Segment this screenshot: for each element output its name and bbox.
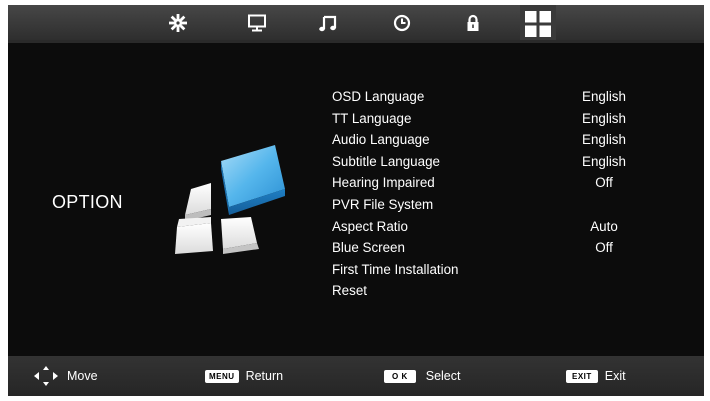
menu-item-first-time-installation[interactable]: First Time Installation — [332, 259, 672, 281]
menu-item-label: Aspect Ratio — [332, 218, 408, 234]
category-tab-bar — [8, 5, 704, 43]
move-arrows-icon — [34, 366, 58, 386]
menu-item-value: Off — [595, 240, 613, 256]
menu-item-label: PVR File System — [332, 196, 434, 212]
menu-item-value: Auto — [590, 218, 618, 234]
music-sound-icon[interactable] — [317, 12, 339, 34]
menu-item-value: Off — [595, 175, 613, 191]
menu-item-label: First Time Installation — [332, 261, 459, 277]
menu-item-audio-language[interactable]: Audio Language English — [332, 129, 672, 151]
exit-label: Exit — [604, 369, 626, 383]
option-menu-list: OSD Language English TT Language English… — [332, 86, 672, 302]
select-label: Select — [425, 369, 461, 383]
menu-item-value: English — [582, 89, 626, 104]
tv-channel-icon[interactable] — [246, 12, 268, 34]
hint-exit: EXIT Exit — [566, 356, 626, 396]
menu-item-tt-language[interactable]: TT Language English — [332, 108, 672, 130]
menu-item-blue-screen[interactable]: Blue Screen Off — [332, 237, 672, 259]
menu-item-osd-language[interactable]: OSD Language English — [332, 86, 672, 108]
hint-return: MENU Return — [205, 356, 283, 396]
footer-hint-bar: Move MENU Return O K Select EXIT Exit — [8, 356, 704, 396]
menu-item-label: Blue Screen — [332, 240, 405, 256]
return-label: Return — [245, 369, 284, 383]
menu-item-aspect-ratio[interactable]: Aspect Ratio Auto — [332, 216, 672, 238]
menu-item-label: Hearing Impaired — [332, 175, 435, 191]
ok-key-icon[interactable]: O K — [384, 369, 416, 383]
exit-key-icon[interactable]: EXIT — [566, 369, 598, 383]
clock-time-icon[interactable] — [391, 12, 413, 34]
tab-bar-divider — [8, 40, 704, 43]
hint-move: Move — [34, 356, 98, 396]
tv-menu-screen: OPTION OSD Language English TT Language … — [8, 5, 704, 396]
menu-item-value: English — [582, 110, 626, 126]
move-label: Move — [67, 369, 98, 383]
menu-item-label: TT Language — [332, 110, 412, 126]
menu-item-label: OSD Language — [332, 89, 425, 104]
hint-select: O K Select — [384, 356, 460, 396]
menu-key-icon[interactable]: MENU — [205, 369, 239, 383]
menu-item-pvr-file-system[interactable]: PVR File System — [332, 194, 672, 216]
menu-item-label: Reset — [332, 283, 367, 299]
menu-item-label: Subtitle Language — [332, 153, 440, 169]
picture-settings-icon[interactable] — [167, 12, 189, 34]
menu-item-value: English — [582, 153, 626, 169]
menu-item-label: Audio Language — [332, 132, 430, 148]
menu-item-reset[interactable]: Reset — [332, 280, 672, 302]
page-title: OPTION — [52, 192, 123, 212]
option-grid-icon[interactable] — [524, 10, 552, 38]
lock-icon[interactable] — [462, 12, 484, 34]
option-blocks-icon — [163, 139, 287, 254]
menu-item-subtitle-language[interactable]: Subtitle Language English — [332, 151, 672, 173]
menu-item-value: English — [582, 132, 626, 148]
menu-item-hearing-impaired[interactable]: Hearing Impaired Off — [332, 172, 672, 194]
